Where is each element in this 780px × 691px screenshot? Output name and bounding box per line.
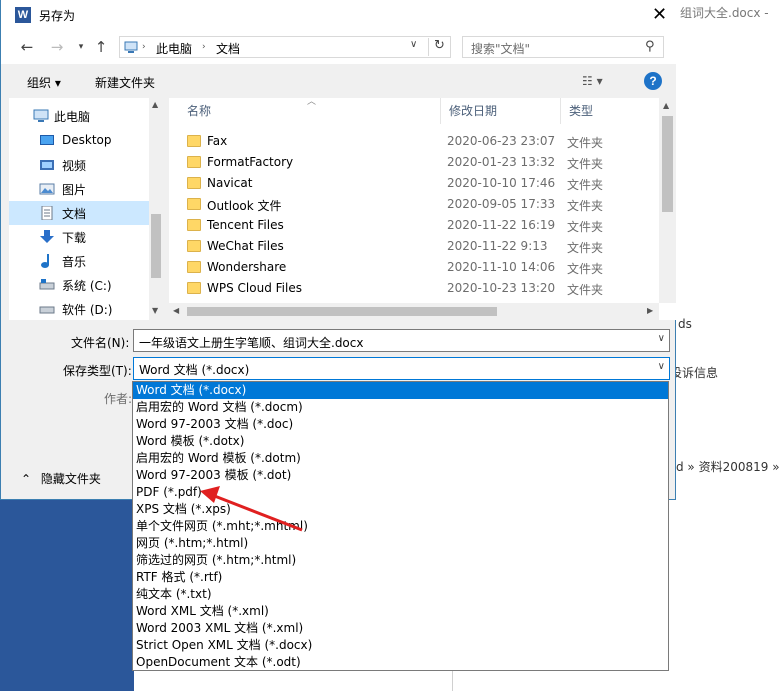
annotation-arrow-head [200,486,220,503]
annotation-arrow [200,486,303,532]
annotation-arrow-line [211,493,303,532]
